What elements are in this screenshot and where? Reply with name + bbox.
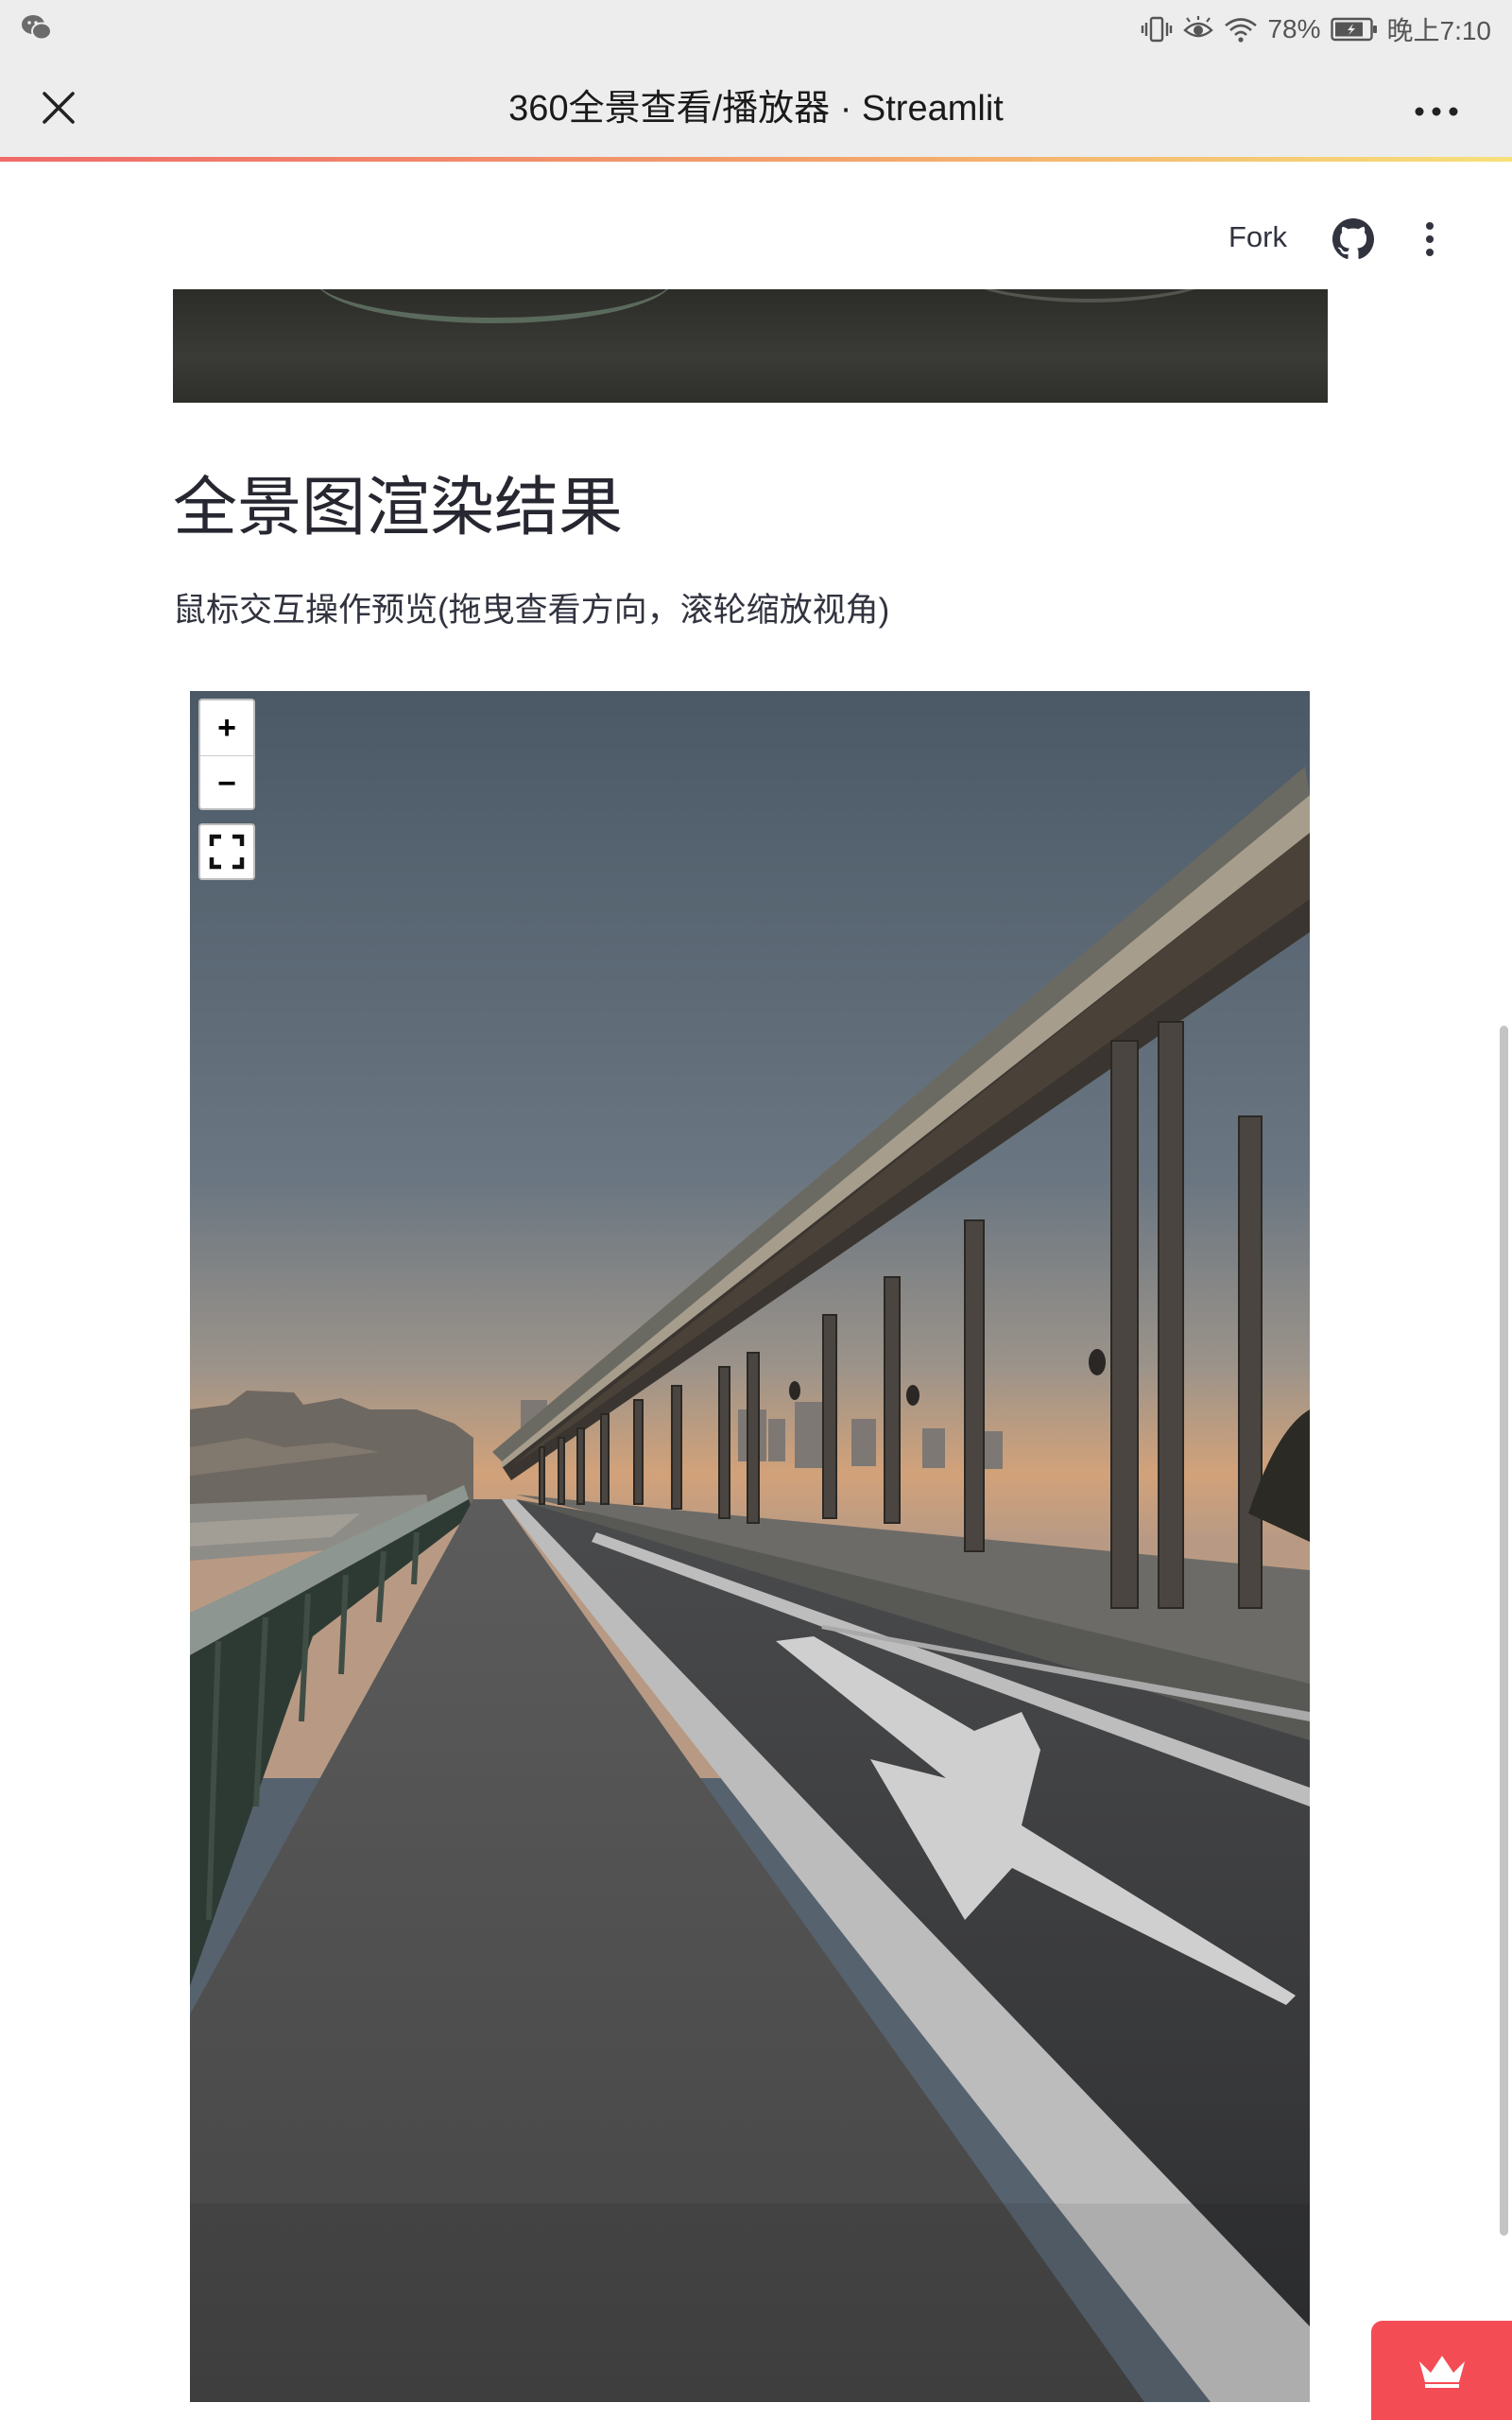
more-options-button[interactable] xyxy=(1399,93,1474,130)
zoom-out-button[interactable]: − xyxy=(200,755,253,811)
status-bar: 78% 晚上7:10 xyxy=(0,0,1512,59)
streamlit-header: Fork xyxy=(0,162,1512,289)
kebab-menu-icon xyxy=(1426,222,1434,256)
close-button[interactable] xyxy=(26,85,94,134)
battery-icon xyxy=(1330,16,1378,43)
battery-percent: 78% xyxy=(1267,14,1321,43)
page-scrollbar[interactable] xyxy=(1500,1026,1508,2236)
panorama-scene xyxy=(190,691,1310,2402)
wifi-icon xyxy=(1224,15,1258,43)
zoom-out-label: − xyxy=(217,765,236,802)
eye-care-icon xyxy=(1182,15,1214,43)
wechat-icon xyxy=(21,13,53,46)
panorama-viewer[interactable]: + − xyxy=(190,691,1310,2402)
streamlit-crown-icon xyxy=(1418,2355,1465,2388)
more-icon xyxy=(1415,107,1458,116)
main-menu-button[interactable] xyxy=(1418,218,1442,260)
browser-title-bar: 360全景查看/播放器 · Streamlit xyxy=(0,59,1512,159)
github-button[interactable] xyxy=(1332,218,1374,260)
fullscreen-button[interactable] xyxy=(198,823,255,880)
zoom-in-button[interactable]: + xyxy=(200,700,253,755)
zoom-control: + − xyxy=(198,699,255,810)
vibrate-icon xyxy=(1141,15,1173,43)
close-icon xyxy=(43,92,75,124)
previous-panorama-image xyxy=(173,289,1328,403)
zoom-in-label: + xyxy=(217,709,236,746)
page-title: 360全景查看/播放器 · Streamlit xyxy=(508,89,1004,129)
section-caption: 鼠标交互操作预览(拖曳查看方向，滚轮缩放视角) xyxy=(173,592,890,629)
section-heading: 全景图渲染结果 xyxy=(173,472,624,544)
streamlit-badge[interactable] xyxy=(1371,2321,1512,2420)
fullscreen-icon xyxy=(209,834,245,870)
fork-button[interactable]: Fork xyxy=(1228,220,1287,254)
github-icon xyxy=(1332,218,1374,259)
clock: 晚上7:10 xyxy=(1386,16,1492,45)
